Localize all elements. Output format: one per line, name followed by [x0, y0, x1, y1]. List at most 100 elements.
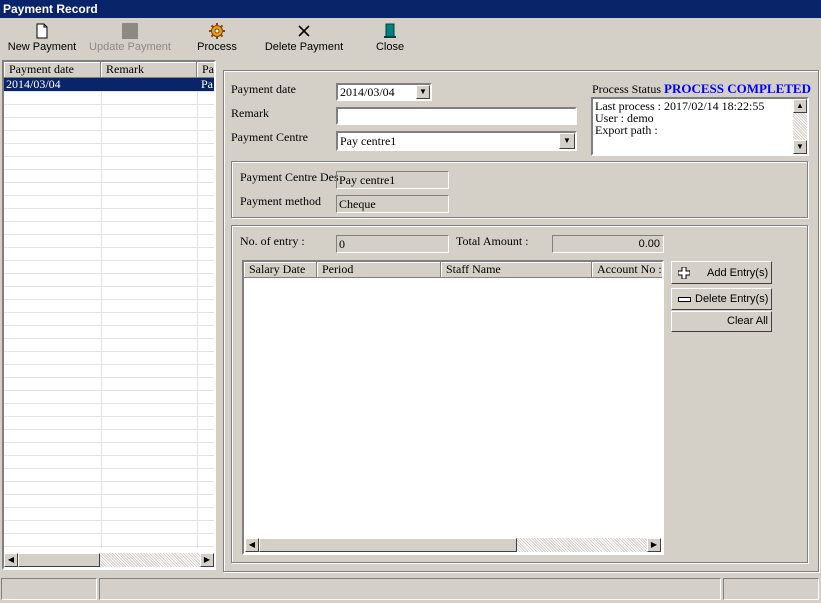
column-header-account-no[interactable]: Account No :	[592, 262, 662, 278]
empty-row	[4, 313, 214, 326]
empty-row	[4, 404, 214, 417]
close-button[interactable]: Close	[370, 20, 410, 56]
payment-centre-select[interactable]: Pay centre1 ▼	[336, 131, 577, 151]
update-payment-label: Update Payment	[89, 41, 171, 53]
empty-row	[4, 339, 214, 352]
row-payment-date: 2014/03/04	[6, 77, 61, 91]
empty-row	[4, 391, 214, 404]
payment-list[interactable]: Payment date Remark Pay 2014/03/04 Pa ◀ …	[2, 60, 216, 570]
delete-payment-button[interactable]: Delete Payment	[262, 20, 346, 56]
process-status-value: PROCESS COMPLETED	[664, 81, 811, 96]
empty-row	[4, 521, 214, 534]
scroll-thumb[interactable]	[18, 553, 100, 567]
empty-row	[4, 105, 214, 118]
empty-row	[4, 235, 214, 248]
process-button[interactable]: Process	[190, 20, 244, 56]
total-amount-label: Total Amount :	[456, 234, 529, 248]
entries-horizontal-scrollbar[interactable]: ◀ ▶	[244, 537, 662, 553]
row-pay: Pa	[201, 77, 213, 91]
chevron-down-icon[interactable]: ▼	[416, 85, 430, 99]
empty-row	[4, 209, 214, 222]
empty-row	[4, 261, 214, 274]
minus-icon	[678, 297, 691, 302]
payment-centre-label: Payment Centre	[231, 130, 308, 144]
scroll-up-arrow-icon[interactable]: ▲	[793, 99, 807, 113]
scroll-right-arrow-icon[interactable]: ▶	[647, 538, 661, 552]
entries-table-header: Salary Date Period Staff Name Account No…	[244, 262, 662, 278]
scroll-down-arrow-icon[interactable]: ▼	[793, 140, 807, 154]
log-vertical-scrollbar[interactable]: ▲ ▼	[793, 99, 807, 154]
process-status-label: Process Status	[592, 82, 661, 96]
empty-row	[4, 508, 214, 521]
empty-row	[4, 378, 214, 391]
scroll-left-arrow-icon[interactable]: ◀	[4, 553, 18, 567]
payment-method-label: Payment method	[240, 194, 321, 208]
scroll-thumb[interactable]	[259, 538, 517, 552]
column-header-pay[interactable]: Pay	[197, 62, 214, 78]
add-entry-label: Add Entry(s)	[707, 267, 769, 279]
column-header-remark[interactable]: Remark	[101, 62, 197, 78]
list-horizontal-scrollbar[interactable]: ◀ ▶	[4, 552, 214, 568]
empty-row	[4, 222, 214, 235]
plus-icon	[678, 267, 690, 279]
empty-row	[4, 534, 214, 547]
scroll-right-arrow-icon[interactable]: ▶	[200, 553, 214, 567]
update-payment-button[interactable]: Update Payment	[86, 20, 174, 56]
process-log-textarea[interactable]: Last process : 2017/02/14 18:22:55 User …	[591, 97, 809, 156]
empty-row	[4, 170, 214, 183]
new-document-icon	[36, 23, 48, 39]
empty-row	[4, 495, 214, 508]
process-label: Process	[197, 41, 237, 53]
payment-date-label: Payment date	[231, 82, 296, 96]
empty-row	[4, 482, 214, 495]
chevron-down-icon[interactable]: ▼	[559, 133, 575, 149]
empty-row	[4, 469, 214, 482]
clear-all-button[interactable]: Clear All	[671, 311, 772, 332]
empty-row	[4, 326, 214, 339]
empty-row	[4, 144, 214, 157]
empty-row	[4, 456, 214, 469]
empty-row	[4, 430, 214, 443]
column-header-salary-date[interactable]: Salary Date	[244, 262, 317, 278]
payment-list-header: Payment date Remark Pay	[4, 62, 214, 78]
empty-row	[4, 365, 214, 378]
entry-count-field: 0	[336, 235, 449, 253]
empty-row	[4, 300, 214, 313]
empty-row	[4, 287, 214, 300]
empty-row	[4, 248, 214, 261]
empty-row	[4, 352, 214, 365]
close-x-icon	[298, 25, 310, 37]
empty-row	[4, 417, 214, 430]
new-payment-button[interactable]: New Payment	[4, 20, 80, 56]
scroll-left-arrow-icon[interactable]: ◀	[245, 538, 259, 552]
payment-date-picker[interactable]: 2014/03/04 ▼	[336, 83, 432, 101]
empty-row	[4, 92, 214, 105]
payment-centre-value: Pay centre1	[340, 134, 397, 148]
status-panel-2	[99, 578, 721, 600]
entry-count-label: No. of entry :	[240, 234, 305, 248]
window-title: Payment Record	[0, 0, 821, 18]
gear-icon	[209, 23, 225, 39]
empty-row	[4, 443, 214, 456]
empty-row	[4, 118, 214, 131]
payment-list-body: 2014/03/04 Pa	[4, 78, 214, 560]
table-row[interactable]: 2014/03/04 Pa	[4, 78, 214, 92]
empty-row	[4, 131, 214, 144]
centre-desc-field: Pay centre1	[336, 171, 449, 189]
column-header-period[interactable]: Period	[317, 262, 441, 278]
empty-row	[4, 157, 214, 170]
delete-entry-button[interactable]: Delete Entry(s)	[671, 288, 772, 310]
status-panel-3	[723, 578, 819, 600]
exit-door-icon	[384, 23, 396, 38]
remark-input[interactable]	[336, 107, 577, 125]
centre-desc-label: Payment Centre Des	[240, 170, 339, 184]
export-path-line: Export path :	[595, 123, 658, 137]
delete-entry-label: Delete Entry(s)	[695, 293, 769, 305]
add-entry-button[interactable]: Add Entry(s)	[671, 261, 772, 284]
payment-date-value: 2014/03/04	[340, 85, 395, 99]
entries-table[interactable]: Salary Date Period Staff Name Account No…	[242, 260, 664, 555]
column-header-payment-date[interactable]: Payment date	[4, 62, 101, 78]
column-header-staff-name[interactable]: Staff Name	[441, 262, 592, 278]
new-payment-label: New Payment	[7, 41, 77, 53]
empty-row	[4, 196, 214, 209]
